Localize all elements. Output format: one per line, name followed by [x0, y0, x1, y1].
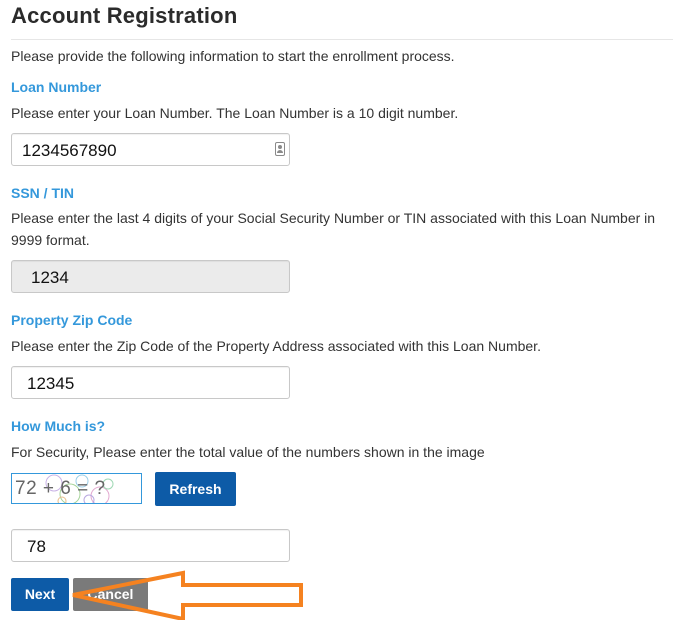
loan-number-input[interactable]: 1234567890	[11, 133, 290, 166]
next-button[interactable]: Next	[11, 578, 69, 611]
security-help: For Security, Please enter the total val…	[11, 444, 485, 460]
security-question-label: How Much is?	[11, 418, 106, 434]
title-divider	[11, 39, 673, 40]
zip-code-value: 12345	[27, 374, 75, 393]
zip-code-help: Please enter the Zip Code of the Propert…	[11, 338, 541, 354]
ssn-tin-input[interactable]: 1234	[11, 260, 290, 293]
cancel-button[interactable]: Cancel	[73, 578, 148, 611]
page-title: Account Registration	[11, 3, 238, 28]
contact-card-icon[interactable]	[275, 142, 285, 156]
ssn-tin-label: SSN / TIN	[11, 185, 75, 201]
loan-number-label: Loan Number	[11, 79, 102, 95]
security-answer-value: 78	[27, 537, 46, 556]
zip-code-input[interactable]: 12345	[11, 366, 290, 399]
ssn-tin-value: 1234	[31, 268, 69, 287]
ssn-tin-help: Please enter the last 4 digits of your S…	[11, 210, 656, 248]
refresh-button[interactable]: Refresh	[155, 472, 236, 506]
intro-text: Please provide the following information…	[11, 48, 455, 64]
security-answer-input[interactable]: 78	[11, 529, 290, 562]
registration-page: Account Registration Please provide the …	[0, 0, 673, 620]
loan-number-help: Please enter your Loan Number. The Loan …	[11, 105, 459, 121]
captcha-image: 72 + 6 = ?	[11, 473, 142, 504]
captcha-text: 72 + 6 = ?	[15, 478, 106, 499]
loan-number-value: 1234567890	[22, 141, 117, 160]
zip-code-label: Property Zip Code	[11, 312, 133, 328]
